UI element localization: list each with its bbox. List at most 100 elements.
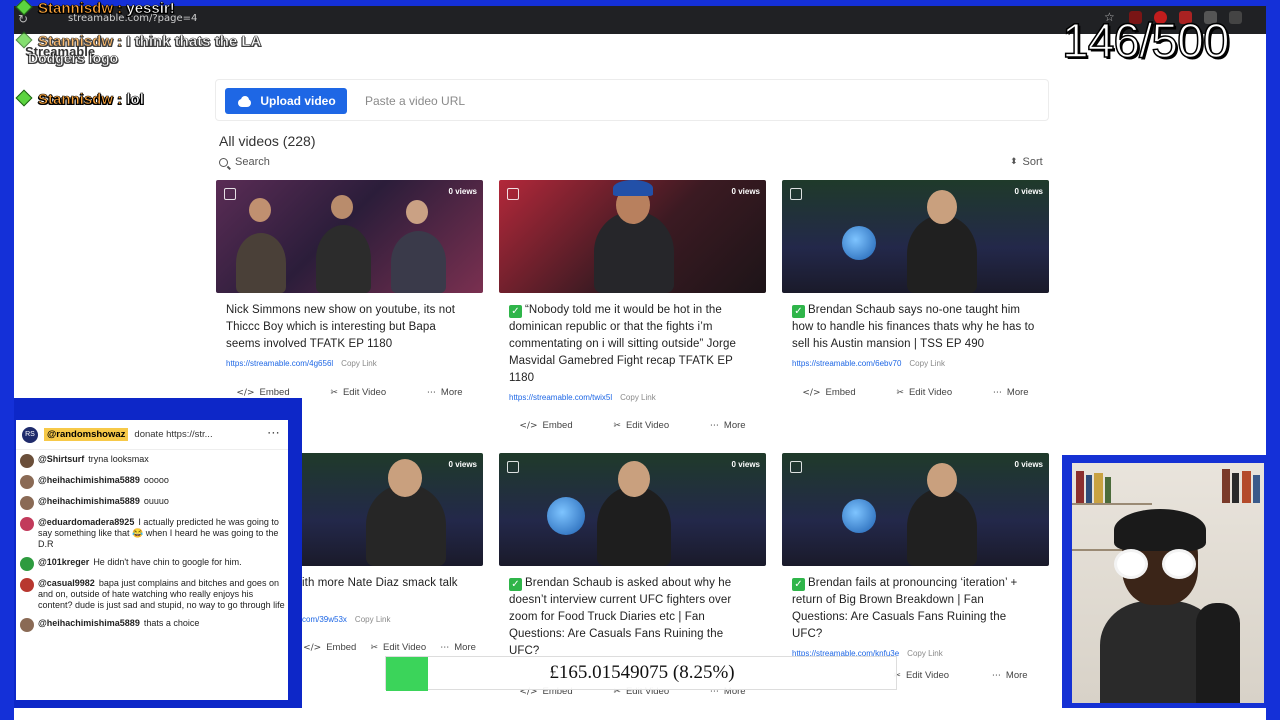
edit-video-button[interactable]: ✂ Edit Video bbox=[613, 420, 669, 431]
video-link[interactable]: https://streamable.com/4g656l bbox=[226, 359, 333, 368]
upload-label: Upload video bbox=[260, 94, 336, 108]
overlay-chat-message: Stannisdw : lol bbox=[15, 89, 144, 108]
diamond-icon bbox=[15, 31, 33, 49]
view-count: 0 views bbox=[731, 460, 760, 469]
embed-button[interactable]: </> Embed bbox=[802, 387, 855, 398]
more-button[interactable]: ⋯ More bbox=[710, 420, 746, 431]
search-icon bbox=[219, 157, 228, 167]
avatar bbox=[20, 557, 34, 571]
pinned-message[interactable]: RS @randomshowaz donate https://str... ⋯ bbox=[16, 420, 288, 450]
view-count: 0 views bbox=[731, 187, 760, 196]
avatar bbox=[20, 496, 34, 510]
avatar bbox=[20, 454, 34, 468]
view-count: 0 views bbox=[1014, 187, 1043, 196]
embed-button[interactable]: </> Embed bbox=[236, 387, 289, 398]
copy-link-button[interactable]: Copy Link bbox=[620, 393, 656, 402]
video-title[interactable]: ✓ Brendan fails at pronouncing ‘iteration… bbox=[792, 575, 1039, 643]
overlay-chat-message: Stannisdw : I think thats the LA Dodgers … bbox=[15, 31, 262, 66]
view-count: 0 views bbox=[448, 187, 477, 196]
copy-link-button[interactable]: Copy Link bbox=[341, 359, 377, 368]
sort-icon: ⬍ bbox=[1010, 157, 1018, 167]
dots-icon: ⋯ bbox=[991, 671, 1001, 681]
copy-link-button[interactable]: Copy Link bbox=[355, 615, 391, 624]
embed-button[interactable]: </> Embed bbox=[519, 420, 572, 431]
video-url-input[interactable] bbox=[356, 88, 756, 114]
video-title[interactable]: Nick Simmons new show on youtube, its no… bbox=[226, 302, 473, 353]
video-card[interactable]: 0 views ✓ Brendan fails at pronouncing ‘i… bbox=[782, 453, 1049, 681]
chat-text: tryna looksmax bbox=[88, 454, 149, 464]
overlay-chat-message: Stannisdw : yessir! bbox=[15, 0, 175, 17]
chat-message: @heihachimishima5889 thats a choice bbox=[20, 618, 286, 632]
check-icon: ✓ bbox=[509, 578, 522, 591]
video-card[interactable]: 0 views Nick Simmons new show on youtube… bbox=[216, 180, 483, 398]
chat-username[interactable]: @eduardomadera8925 bbox=[38, 517, 134, 527]
check-icon: ✓ bbox=[792, 305, 805, 318]
scissors-icon: ✂ bbox=[613, 421, 621, 431]
more-button[interactable]: ⋯ More bbox=[992, 670, 1028, 681]
edit-video-button[interactable]: ✂ Edit Video bbox=[370, 642, 426, 653]
view-count: 0 views bbox=[1014, 460, 1043, 469]
profile-icon[interactable] bbox=[1229, 11, 1242, 24]
copy-link-button[interactable]: Copy Link bbox=[907, 649, 943, 658]
upload-video-button[interactable]: Upload video bbox=[225, 88, 347, 114]
chat-username[interactable]: @Shirtsurf bbox=[38, 454, 84, 464]
video-title[interactable]: ✓ Brendan Schaub says no-one taught him h… bbox=[792, 302, 1039, 353]
video-title[interactable]: ✓ “Nobody told me it would be hot in the … bbox=[509, 302, 756, 387]
search-videos[interactable]: Search bbox=[219, 156, 270, 168]
video-link[interactable]: https://streamable.com/6ebv70 bbox=[792, 359, 901, 368]
dots-icon: ⋯ bbox=[426, 388, 436, 398]
video-title[interactable]: ith more Nate Diaz smack talk bbox=[302, 575, 473, 592]
select-checkbox[interactable] bbox=[224, 188, 236, 200]
video-thumbnail[interactable]: 0 views bbox=[782, 453, 1049, 566]
select-checkbox[interactable] bbox=[507, 461, 519, 473]
video-thumbnail[interactable]: 0 views bbox=[782, 180, 1049, 293]
chat-message-list: @Shirtsurf tryna looksmax @heihachimishima… bbox=[20, 454, 286, 639]
check-icon: ✓ bbox=[509, 305, 522, 318]
view-count: 0 views bbox=[448, 460, 477, 469]
code-icon: </> bbox=[519, 421, 538, 431]
diamond-icon bbox=[15, 0, 33, 16]
chat-username[interactable]: @heihachimishima5889 bbox=[38, 475, 140, 485]
sort-button[interactable]: ⬍ Sort bbox=[1010, 156, 1043, 168]
chat-panel: RS @randomshowaz donate https://str... ⋯… bbox=[14, 398, 302, 708]
chat-message: @heihachimishima5889 ooooo bbox=[20, 475, 286, 489]
sort-label: Sort bbox=[1022, 156, 1043, 168]
chat-username[interactable]: @heihachimishima5889 bbox=[38, 618, 140, 628]
chat-username[interactable]: @101kreger bbox=[38, 557, 89, 567]
edit-video-button[interactable]: ✂ Edit Video bbox=[330, 387, 386, 398]
video-thumbnail[interactable]: 0 views bbox=[216, 180, 483, 293]
avatar bbox=[20, 475, 34, 489]
chat-text: He didn't have chin to google for him. bbox=[93, 557, 242, 567]
pinned-text: donate https://str... bbox=[134, 429, 213, 440]
video-card[interactable]: 0 views ✓ “Nobody told me it would be hot… bbox=[499, 180, 766, 431]
chat-username[interactable]: @casual9982 bbox=[38, 578, 95, 588]
video-thumbnail[interactable]: 0 views bbox=[499, 180, 766, 293]
avatar bbox=[20, 578, 34, 592]
upload-panel: Upload video bbox=[215, 79, 1049, 121]
more-options-icon[interactable]: ⋯ bbox=[267, 426, 280, 441]
select-checkbox[interactable] bbox=[790, 461, 802, 473]
chat-message: @casual9982 bapa just complains and bitch… bbox=[20, 578, 286, 611]
video-link[interactable]: com/39w53x bbox=[302, 615, 347, 624]
edit-video-button[interactable]: ✂ Edit Video bbox=[893, 670, 949, 681]
chat-message: @heihachimishima5889 ouuuo bbox=[20, 496, 286, 510]
video-link[interactable]: https://streamable.com/twix5l bbox=[509, 393, 612, 402]
copy-link-button[interactable]: Copy Link bbox=[909, 359, 945, 368]
embed-button[interactable]: </> Embed bbox=[303, 642, 356, 653]
chat-message: @Shirtsurf tryna looksmax bbox=[20, 454, 286, 468]
more-button[interactable]: ⋯ More bbox=[440, 642, 476, 653]
diamond-icon bbox=[15, 89, 33, 107]
avatar bbox=[20, 618, 34, 632]
select-checkbox[interactable] bbox=[790, 188, 802, 200]
chat-text: ouuuo bbox=[143, 496, 169, 506]
chat-message: @101kreger He didn't have chin to google … bbox=[20, 557, 286, 571]
more-button[interactable]: ⋯ More bbox=[993, 387, 1029, 398]
video-thumbnail[interactable]: 0 views bbox=[499, 453, 766, 566]
chat-username[interactable]: @heihachimishima5889 bbox=[38, 496, 140, 506]
dots-icon: ⋯ bbox=[709, 421, 719, 431]
more-button[interactable]: ⋯ More bbox=[427, 387, 463, 398]
video-card[interactable]: 0 views ✓ Brendan Schaub says no-one taug… bbox=[782, 180, 1049, 398]
video-title[interactable]: ✓ Brendan Schaub is asked about why he do… bbox=[509, 575, 756, 660]
select-checkbox[interactable] bbox=[507, 188, 519, 200]
edit-video-button[interactable]: ✂ Edit Video bbox=[896, 387, 952, 398]
